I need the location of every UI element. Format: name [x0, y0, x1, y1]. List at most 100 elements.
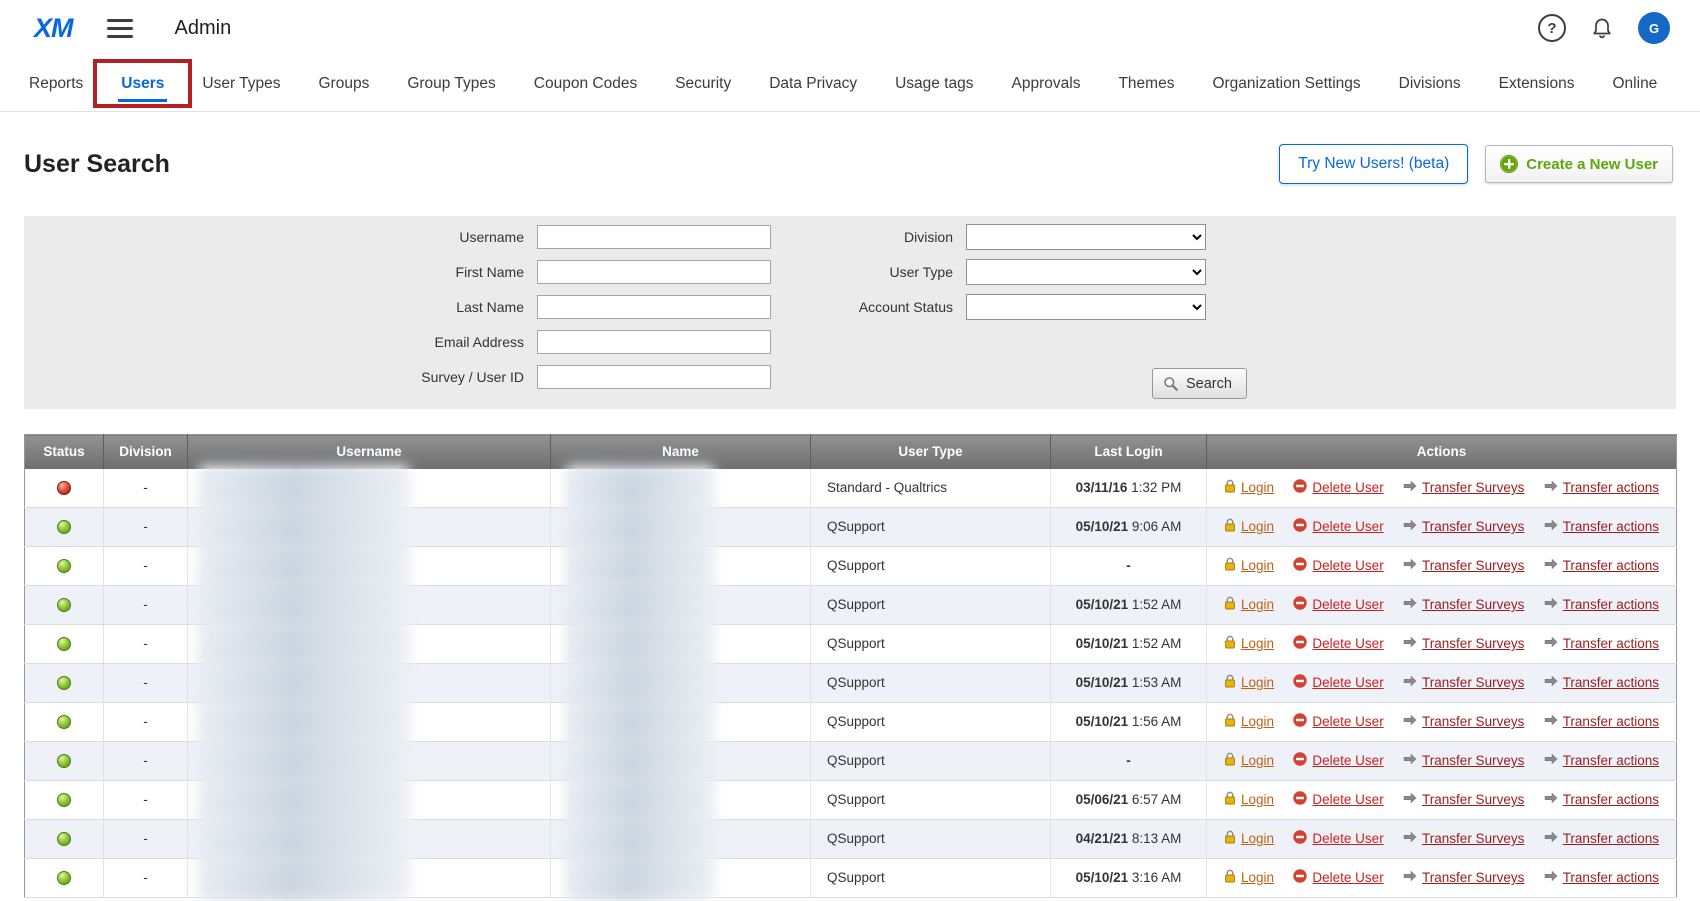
- tab-coupon-codes[interactable]: Coupon Codes: [515, 56, 656, 111]
- tab-divisions[interactable]: Divisions: [1380, 56, 1480, 111]
- header-buttons: Try New Users! (beta) Create a New User: [1279, 144, 1673, 184]
- last-name-label: Last Name: [24, 299, 537, 315]
- redacted-name: [565, 855, 715, 901]
- tab-group-types[interactable]: Group Types: [388, 56, 514, 111]
- login-link[interactable]: Login: [1224, 557, 1274, 574]
- login-link[interactable]: Login: [1224, 791, 1274, 808]
- delete-user-link[interactable]: Delete User: [1293, 596, 1383, 613]
- tab-organization-settings[interactable]: Organization Settings: [1193, 56, 1379, 111]
- user-avatar[interactable]: G: [1638, 12, 1670, 44]
- arrow-right-icon: [1403, 480, 1417, 495]
- help-icon[interactable]: ?: [1538, 14, 1566, 42]
- green-plus-icon: [1500, 155, 1518, 173]
- tab-online[interactable]: Online: [1594, 56, 1677, 111]
- transfer-actions-link[interactable]: Transfer actions: [1544, 792, 1659, 807]
- tab-approvals[interactable]: Approvals: [993, 56, 1100, 111]
- hamburger-menu-icon[interactable]: [107, 19, 133, 38]
- tab-themes[interactable]: Themes: [1099, 56, 1193, 111]
- create-new-user-button[interactable]: Create a New User: [1485, 145, 1673, 183]
- transfer-surveys-link[interactable]: Transfer Surveys: [1403, 519, 1524, 534]
- delete-user-link[interactable]: Delete User: [1293, 713, 1383, 730]
- tab-users[interactable]: Users: [102, 56, 183, 111]
- status-led-icon: [57, 832, 71, 846]
- transfer-surveys-link[interactable]: Transfer Surveys: [1403, 636, 1524, 651]
- transfer-surveys-link[interactable]: Transfer Surveys: [1403, 558, 1524, 573]
- login-link[interactable]: Login: [1224, 752, 1274, 769]
- lock-icon: [1224, 518, 1236, 535]
- delete-icon: [1293, 479, 1307, 496]
- transfer-actions-link[interactable]: Transfer actions: [1544, 597, 1659, 612]
- account-status-select[interactable]: [966, 294, 1206, 320]
- transfer-actions-link[interactable]: Transfer actions: [1544, 558, 1659, 573]
- last-name-input[interactable]: [537, 295, 771, 319]
- transfer-surveys-link[interactable]: Transfer Surveys: [1403, 831, 1524, 846]
- division-select[interactable]: [966, 224, 1206, 250]
- notifications-bell-icon[interactable]: [1590, 16, 1614, 40]
- login-link[interactable]: Login: [1224, 518, 1274, 535]
- lock-icon: [1224, 596, 1236, 613]
- tab-user-types[interactable]: User Types: [183, 56, 299, 111]
- transfer-surveys-link[interactable]: Transfer Surveys: [1403, 714, 1524, 729]
- transfer-actions-link[interactable]: Transfer actions: [1544, 870, 1659, 885]
- email-address-input[interactable]: [537, 330, 771, 354]
- tab-security[interactable]: Security: [656, 56, 750, 111]
- delete-icon: [1293, 557, 1307, 574]
- delete-user-link[interactable]: Delete User: [1293, 635, 1383, 652]
- login-link[interactable]: Login: [1224, 635, 1274, 652]
- arrow-right-icon: [1544, 792, 1558, 807]
- table-row: - QSupport 05/10/21 3:16 AM Login Delete…: [25, 858, 1677, 897]
- arrow-right-icon: [1403, 636, 1417, 651]
- transfer-surveys-link[interactable]: Transfer Surveys: [1403, 597, 1524, 612]
- transfer-actions-link[interactable]: Transfer actions: [1544, 753, 1659, 768]
- transfer-surveys-link[interactable]: Transfer Surveys: [1403, 675, 1524, 690]
- user-type-select[interactable]: [966, 259, 1206, 285]
- login-link[interactable]: Login: [1224, 479, 1274, 496]
- first-name-input[interactable]: [537, 260, 771, 284]
- transfer-surveys-link[interactable]: Transfer Surveys: [1403, 792, 1524, 807]
- status-led-icon: [57, 637, 71, 651]
- tab-extensions[interactable]: Extensions: [1480, 56, 1594, 111]
- transfer-surveys-link[interactable]: Transfer Surveys: [1403, 870, 1524, 885]
- delete-user-link[interactable]: Delete User: [1293, 557, 1383, 574]
- user-type-cell: QSupport: [811, 507, 1051, 546]
- table-row: - QSupport 05/10/21 1:52 AM Login Delete…: [25, 624, 1677, 663]
- survey-user-id-input[interactable]: [537, 365, 771, 389]
- login-link[interactable]: Login: [1224, 869, 1274, 886]
- transfer-surveys-link[interactable]: Transfer Surveys: [1403, 753, 1524, 768]
- username-input[interactable]: [537, 225, 771, 249]
- transfer-actions-link[interactable]: Transfer actions: [1544, 519, 1659, 534]
- transfer-actions-link[interactable]: Transfer actions: [1544, 714, 1659, 729]
- login-link[interactable]: Login: [1224, 830, 1274, 847]
- transfer-actions-link[interactable]: Transfer actions: [1544, 480, 1659, 495]
- tab-usage-tags[interactable]: Usage tags: [876, 56, 992, 111]
- search-button[interactable]: Search: [1152, 368, 1247, 399]
- delete-user-link[interactable]: Delete User: [1293, 830, 1383, 847]
- transfer-actions-link[interactable]: Transfer actions: [1544, 636, 1659, 651]
- status-led-icon: [57, 520, 71, 534]
- page-header: User Search Try New Users! (beta) Create…: [0, 112, 1700, 216]
- search-form-right-column: Division User Type Account Status: [771, 224, 1206, 329]
- table-row: - QSupport - Login Delete User Transfer …: [25, 741, 1677, 780]
- status-led-icon: [57, 715, 71, 729]
- delete-user-link[interactable]: Delete User: [1293, 674, 1383, 691]
- delete-user-link[interactable]: Delete User: [1293, 791, 1383, 808]
- tab-data-privacy[interactable]: Data Privacy: [750, 56, 876, 111]
- delete-user-link[interactable]: Delete User: [1293, 479, 1383, 496]
- transfer-actions-link[interactable]: Transfer actions: [1544, 831, 1659, 846]
- user-type-cell: QSupport: [811, 858, 1051, 897]
- delete-user-link[interactable]: Delete User: [1293, 869, 1383, 886]
- tab-reports[interactable]: Reports: [10, 56, 102, 111]
- login-link[interactable]: Login: [1224, 596, 1274, 613]
- transfer-actions-link[interactable]: Transfer actions: [1544, 675, 1659, 690]
- division-cell: -: [104, 546, 188, 585]
- delete-user-link[interactable]: Delete User: [1293, 752, 1383, 769]
- tab-groups[interactable]: Groups: [299, 56, 388, 111]
- try-new-users-button[interactable]: Try New Users! (beta): [1279, 144, 1468, 184]
- login-link[interactable]: Login: [1224, 674, 1274, 691]
- lock-icon: [1224, 479, 1236, 496]
- transfer-surveys-link[interactable]: Transfer Surveys: [1403, 480, 1524, 495]
- user-type-cell: Standard - Qualtrics: [811, 469, 1051, 508]
- login-link[interactable]: Login: [1224, 713, 1274, 730]
- arrow-right-icon: [1544, 519, 1558, 534]
- delete-user-link[interactable]: Delete User: [1293, 518, 1383, 535]
